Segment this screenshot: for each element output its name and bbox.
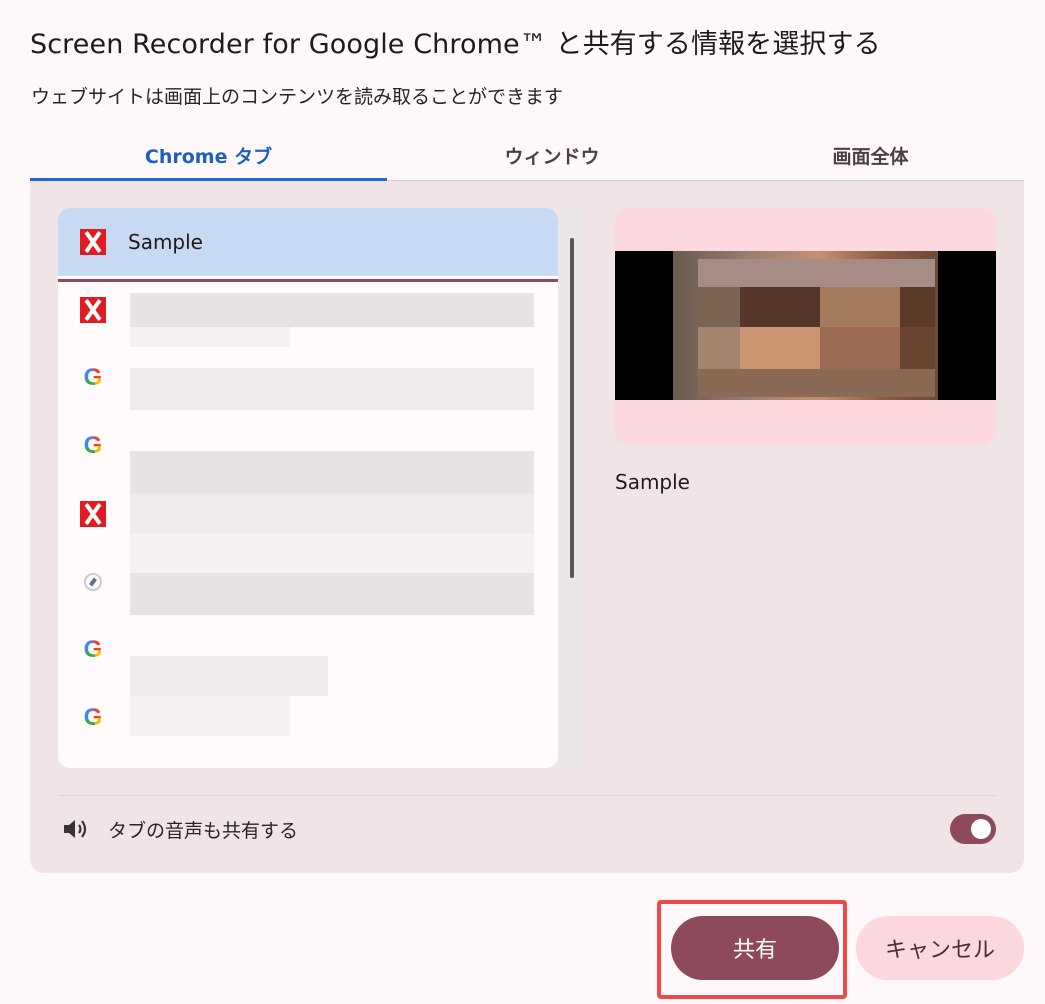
dialog-subtitle: ウェブサイトは画面上のコンテンツを読み取ることができます [31, 86, 564, 108]
compass-icon [80, 569, 106, 595]
share-panel: Sample G G G G Sample タブの音声も共有する [30, 181, 1024, 873]
share-audio-label: タブの音声も共有する [108, 819, 299, 842]
preview-thumbnail [615, 251, 996, 400]
dialog-title: Screen Recorder for Google Chrome™ と共有する… [30, 29, 881, 60]
x-icon [80, 501, 106, 527]
source-tabs: Chrome タブ ウィンドウ 画面全体 [30, 130, 1024, 182]
blurred-title [130, 368, 534, 410]
tab-entire-screen[interactable]: 画面全体 [717, 130, 1024, 180]
blurred-title [130, 533, 534, 573]
list-item-label: Sample [128, 230, 203, 254]
share-audio-row: タブの音声も共有する [58, 809, 996, 849]
tab-preview [615, 208, 996, 444]
share-button[interactable]: 共有 [671, 916, 839, 980]
x-icon [80, 297, 106, 323]
share-audio-toggle[interactable] [950, 814, 996, 844]
blurred-title [130, 327, 290, 347]
x-icon [80, 229, 106, 255]
preview-label: Sample [615, 470, 690, 494]
blurred-title [130, 656, 328, 696]
google-icon: G [83, 704, 103, 731]
toggle-knob [971, 819, 991, 839]
blurred-title [130, 573, 534, 615]
blurred-title [130, 451, 534, 493]
divider [58, 795, 996, 796]
google-icon: G [83, 432, 103, 459]
list-scrollbar[interactable] [558, 208, 586, 768]
tab-list: Sample G G G G [58, 208, 558, 768]
google-icon: G [83, 364, 103, 391]
tab-chrome-tab[interactable]: Chrome タブ [30, 130, 387, 182]
cancel-button[interactable]: キャンセル [856, 916, 1024, 980]
scrollbar-thumb[interactable] [570, 238, 574, 578]
tab-window[interactable]: ウィンドウ [387, 130, 717, 180]
list-item[interactable]: Sample [58, 208, 558, 276]
speaker-icon [64, 820, 87, 838]
blurred-title [130, 696, 290, 736]
blurred-title [130, 293, 534, 327]
google-icon: G [83, 636, 103, 663]
blurred-title [130, 493, 534, 533]
